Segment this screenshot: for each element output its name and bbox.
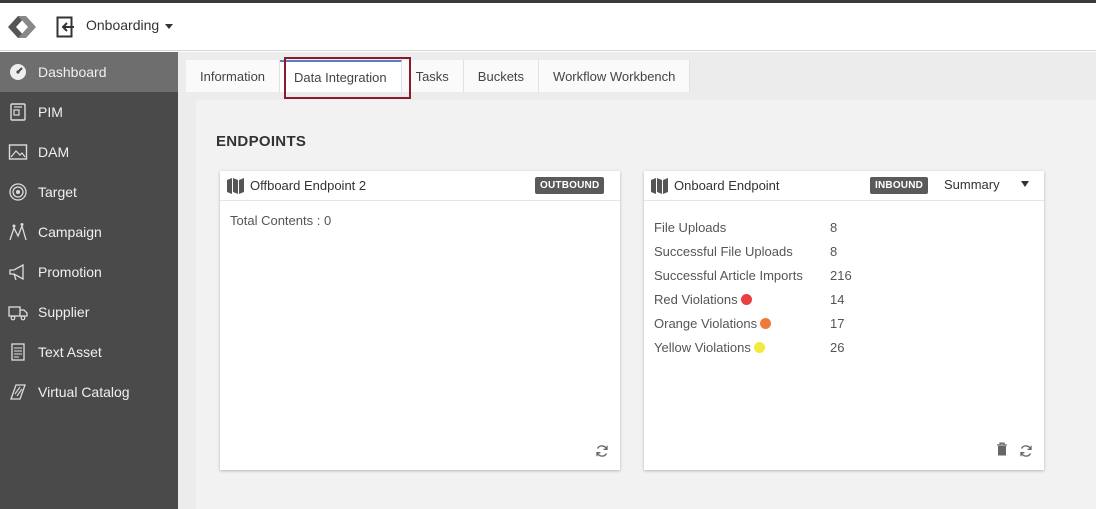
direction-badge: INBOUND <box>870 177 929 194</box>
target-icon <box>8 182 28 202</box>
stat-value: 17 <box>830 315 845 331</box>
stat-value: 216 <box>830 267 852 283</box>
stat-value: 26 <box>830 339 845 355</box>
stat-row: Successful File Uploads 8 <box>654 239 852 263</box>
tab-tasks[interactable]: Tasks <box>401 60 464 92</box>
endpoint-card-onboard: Onboard Endpoint INBOUND Summary File Up… <box>644 171 1044 470</box>
tab-workflow-workbench[interactable]: Workflow Workbench <box>539 60 691 92</box>
stat-label: Yellow Violations <box>654 339 751 355</box>
sidebar-item-label: Supplier <box>38 304 90 320</box>
sidebar-item-label: DAM <box>38 144 70 160</box>
sidebar-item-promotion[interactable]: Promotion <box>0 252 178 292</box>
sidebar-item-virtual-catalog[interactable]: Virtual Catalog <box>0 372 178 412</box>
stat-value: 8 <box>830 219 838 235</box>
orange-status-dot-icon <box>760 317 772 329</box>
total-contents: Total Contents : 0 <box>230 213 332 228</box>
endpoints-panel: ENDPOINTS Offboard Endpoint 2 OUTBOUND T… <box>196 100 1096 509</box>
sidebar-item-dam[interactable]: DAM <box>0 132 178 172</box>
caret-down-icon <box>165 23 174 29</box>
stat-label: Orange Violations <box>654 315 758 331</box>
sidebar-item-target[interactable]: Target <box>0 172 178 212</box>
caret-down-icon[interactable] <box>1021 181 1029 187</box>
red-status-dot-icon <box>740 293 752 305</box>
catalog-icon <box>8 382 28 402</box>
sidebar-item-label: Promotion <box>38 264 102 280</box>
campaign-icon <box>8 222 28 242</box>
module-name: Onboarding <box>86 17 160 33</box>
main-content: Information Data Integration Tasks Bucke… <box>178 52 1096 509</box>
stat-row: File Uploads 8 <box>654 215 852 239</box>
refresh-icon[interactable] <box>1019 444 1033 458</box>
sidebar-item-campaign[interactable]: Campaign <box>0 212 178 252</box>
view-select[interactable]: Summary <box>944 177 1000 192</box>
sidebar-item-label: Campaign <box>38 224 102 240</box>
exit-icon[interactable] <box>56 16 76 38</box>
map-icon <box>227 177 244 194</box>
card-header: Onboard Endpoint INBOUND Summary <box>644 171 1044 201</box>
module-selector[interactable]: Onboarding <box>86 17 174 33</box>
tab-label: Buckets <box>477 68 525 84</box>
sidebar-item-dashboard[interactable]: Dashboard <box>0 52 178 92</box>
stat-label: Successful Article Imports <box>654 267 803 283</box>
direction-badge: OUTBOUND <box>535 177 605 194</box>
stat-row: Successful Article Imports 216 <box>654 263 852 287</box>
sidebar-item-label: PIM <box>38 104 63 120</box>
truck-icon <box>8 302 28 322</box>
tab-information[interactable]: Information <box>186 60 281 92</box>
brand-logo-icon[interactable] <box>4 10 40 44</box>
sidebar-item-supplier[interactable]: Supplier <box>0 292 178 332</box>
megaphone-icon <box>8 262 28 282</box>
stat-row: Yellow Violations 26 <box>654 335 852 359</box>
trash-icon[interactable] <box>996 442 1008 456</box>
sidebar-item-pim[interactable]: PIM <box>0 92 178 132</box>
tab-label: Workflow Workbench <box>553 68 676 84</box>
card-title: Offboard Endpoint 2 <box>250 178 367 193</box>
card-header: Offboard Endpoint 2 OUTBOUND <box>220 171 620 201</box>
tab-label: Tasks <box>415 68 449 84</box>
stats-list: File Uploads 8 Successful File Uploads 8… <box>654 215 852 359</box>
document-icon <box>8 342 28 362</box>
tab-label: Data Integration <box>294 69 387 85</box>
yellow-status-dot-icon <box>753 341 765 353</box>
app-header: Onboarding <box>0 3 1096 51</box>
section-title: ENDPOINTS <box>216 133 307 150</box>
stat-row: Red Violations 14 <box>654 287 852 311</box>
sidebar-item-label: Target <box>38 184 77 200</box>
tab-data-integration[interactable]: Data Integration <box>280 60 402 92</box>
endpoint-card-offboard: Offboard Endpoint 2 OUTBOUND Total Conte… <box>220 171 620 470</box>
sidebar-item-label: Dashboard <box>38 64 107 80</box>
stat-label: File Uploads <box>654 219 727 235</box>
stat-value: 14 <box>830 291 845 307</box>
tab-buckets[interactable]: Buckets <box>463 60 540 92</box>
stat-row: Orange Violations 17 <box>654 311 852 335</box>
tab-bar: Information Data Integration Tasks Bucke… <box>186 60 691 92</box>
sidebar-item-label: Text Asset <box>38 344 102 360</box>
sidebar-item-text-asset[interactable]: Text Asset <box>0 332 178 372</box>
card-title: Onboard Endpoint <box>674 178 780 193</box>
refresh-icon[interactable] <box>595 444 609 458</box>
image-icon <box>8 142 28 162</box>
tab-label: Information <box>200 68 266 84</box>
dashboard-icon <box>8 62 28 82</box>
map-icon <box>651 177 668 194</box>
sidebar-item-label: Virtual Catalog <box>38 384 130 400</box>
stat-label: Successful File Uploads <box>654 243 793 259</box>
stat-value: 8 <box>830 243 838 259</box>
stat-label: Red Violations <box>654 291 738 307</box>
sidebar: Dashboard PIM DAM Target Campaign Promot… <box>0 52 178 509</box>
pim-icon <box>8 102 28 122</box>
